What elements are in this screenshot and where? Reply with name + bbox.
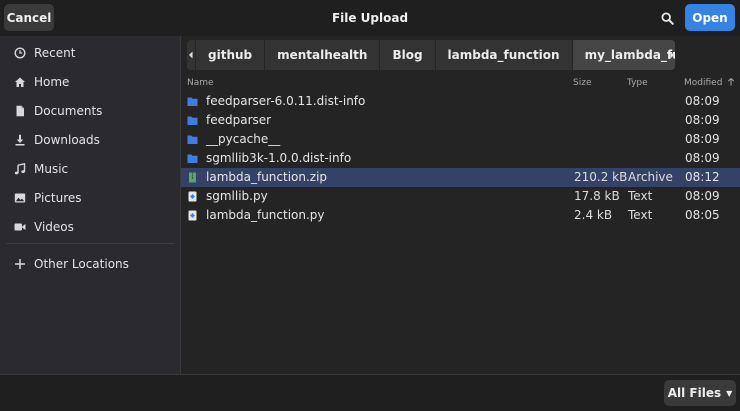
chevron-right-icon (670, 51, 674, 59)
cancel-button[interactable]: Cancel (4, 4, 54, 31)
file-name: __pycache__ (206, 132, 281, 146)
python-file-icon (188, 210, 197, 221)
sidebar-item-label: Recent (34, 46, 76, 60)
file-modified: 08:09 (685, 132, 720, 146)
sidebar-item-label: Pictures (34, 191, 82, 205)
file-modified: 08:12 (685, 170, 720, 184)
file-name: lambda_function.py (206, 208, 325, 222)
sidebar-item-label: Other Locations (34, 257, 129, 271)
folder-icon (187, 135, 198, 144)
dialog-title: File Upload (331, 11, 409, 25)
file-modified: 08:09 (685, 151, 720, 165)
clock-icon (14, 47, 26, 59)
sidebar-item-label: Downloads (34, 133, 100, 147)
sidebar-item-videos[interactable]: Videos (0, 214, 180, 240)
sidebar-item-other-locations[interactable]: Other Locations (0, 251, 180, 277)
sidebar-item-label: Documents (34, 104, 103, 118)
sidebar-item-downloads[interactable]: Downloads (0, 127, 180, 153)
sidebar-item-pictures[interactable]: Pictures (0, 185, 180, 211)
file-row[interactable]: __pycache__ 08:09 (181, 130, 740, 149)
file-modified: 08:05 (685, 208, 720, 222)
document-icon (14, 105, 26, 117)
file-row[interactable]: sgmllib.py 17.8 kB Text 08:09 (181, 187, 740, 206)
file-row[interactable]: feedparser 08:09 (181, 111, 740, 130)
breadcrumb-blog[interactable]: Blog (380, 40, 436, 70)
footer-bar: All Files ▼ (0, 374, 740, 411)
chevron-down-icon: ▼ (726, 388, 733, 398)
file-size: 17.8 kB (574, 189, 620, 203)
file-row[interactable]: sgmllib3k-1.0.0.dist-info 08:09 (181, 149, 740, 168)
breadcrumb-mentalhealth[interactable]: mentalhealth (265, 40, 381, 70)
file-size: 210.2 kB (574, 170, 628, 184)
file-type: Text (628, 189, 653, 203)
file-name: feedparser-6.0.11.dist-info (206, 94, 366, 108)
file-type: Text (628, 208, 653, 222)
breadcrumb-lambda-function[interactable]: lambda_function (435, 40, 573, 70)
header-bar: Cancel File Upload Open (0, 0, 740, 36)
chevron-left-icon (189, 51, 193, 59)
download-icon (14, 134, 26, 146)
file-row[interactable]: feedparser-6.0.11.dist-info 08:09 (181, 92, 740, 111)
plus-icon (14, 258, 26, 270)
file-name: lambda_function.zip (206, 170, 328, 184)
file-modified: 08:09 (685, 113, 720, 127)
picture-icon (14, 192, 26, 204)
search-button[interactable] (654, 5, 680, 31)
archive-icon (189, 172, 196, 183)
open-button[interactable]: Open (685, 4, 735, 31)
sidebar-item-recent[interactable]: Recent (0, 40, 180, 66)
breadcrumb-github[interactable]: github (196, 40, 266, 70)
file-name: sgmllib.py (206, 189, 268, 203)
file-modified: 08:09 (685, 189, 720, 203)
video-icon (14, 221, 26, 233)
sidebar-item-label: Music (34, 162, 69, 176)
sidebar-divider (6, 243, 174, 244)
sidebar-item-documents[interactable]: Documents (0, 98, 180, 124)
file-type: Archive (628, 170, 673, 184)
sidebar-item-label: Videos (34, 220, 74, 234)
search-icon (660, 11, 674, 25)
breadcrumb-my-lambda-function[interactable]: my_lambda_function (572, 40, 675, 70)
music-icon (14, 163, 26, 175)
file-name: sgmllib3k-1.0.0.dist-info (206, 151, 352, 165)
sidebar-item-home[interactable]: Home (0, 69, 180, 95)
file-filter-dropdown[interactable]: All Files ▼ (664, 380, 736, 406)
folder-icon (187, 116, 198, 125)
breadcrumb: github mentalhealth Blog lambda_function… (187, 40, 675, 70)
sidebar: Recent Home Documents Downloads Music Pi… (0, 36, 181, 374)
file-modified: 08:09 (685, 94, 720, 108)
file-name: feedparser (206, 113, 272, 127)
sidebar-item-label: Home (34, 75, 70, 89)
file-row[interactable]: lambda_function.py 2.4 kB Text 08:05 (181, 206, 740, 225)
sort-ascending-icon (728, 77, 735, 86)
home-icon (14, 76, 26, 88)
column-header-label: Modified (684, 78, 723, 88)
path-scroll-left-button[interactable] (187, 40, 196, 70)
file-size: 2.4 kB (574, 208, 613, 222)
file-filter-label: All Files (667, 386, 722, 400)
folder-icon (187, 154, 198, 163)
file-row-selected[interactable]: lambda_function.zip 210.2 kB Archive 08:… (181, 168, 740, 187)
file-browser: github mentalhealth Blog lambda_function… (181, 36, 740, 374)
python-file-icon (188, 191, 197, 202)
path-scroll-right-button[interactable] (665, 40, 679, 70)
sidebar-item-music[interactable]: Music (0, 156, 180, 182)
folder-icon (187, 97, 198, 106)
